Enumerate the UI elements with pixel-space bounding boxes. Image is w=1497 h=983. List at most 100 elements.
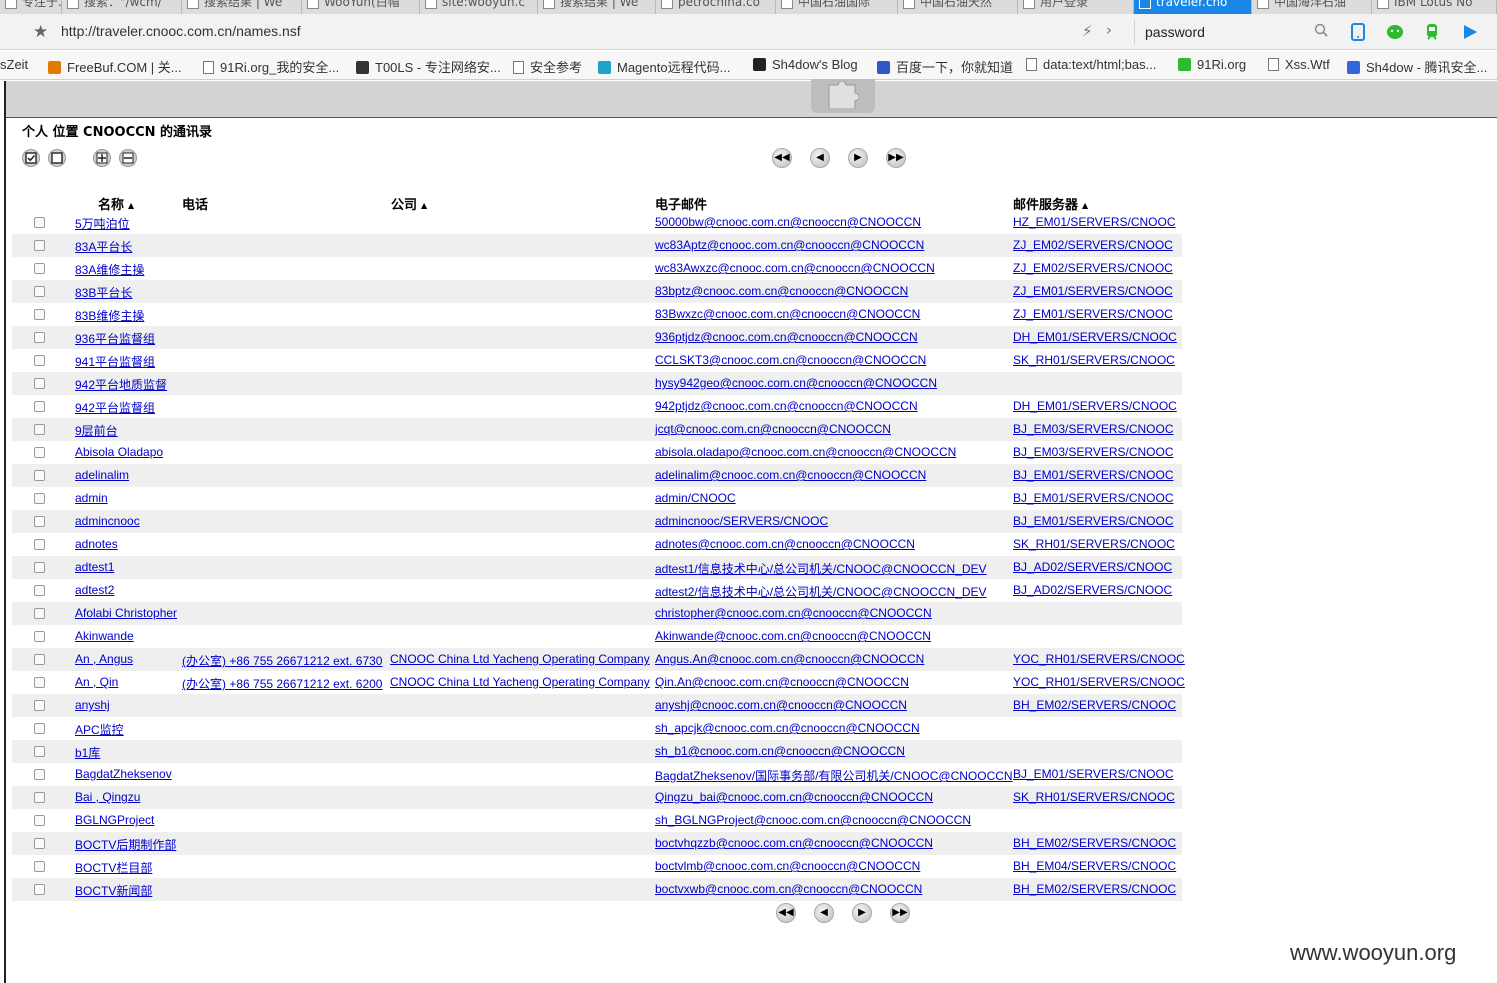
cell-name-link[interactable]: BagdatZheksenov [75,767,172,781]
row-checkbox[interactable] [34,585,45,596]
row-checkbox[interactable] [34,332,45,343]
lightning-icon[interactable]: ⚡ [1082,22,1093,40]
row-checkbox[interactable] [34,539,45,550]
cell-email-link[interactable]: 50000bw@cnooc.com.cn@cnooccn@CNOOCCN [655,215,921,229]
cell-server-link[interactable]: BJ_EM03/SERVERS/CNOOC [1013,422,1174,436]
cell-company-link[interactable]: CNOOC China Ltd Yacheng Operating Compan… [390,675,650,689]
select-all-icon[interactable] [22,149,40,167]
bookmark-item[interactable]: Sh4dow - 腾讯安全... [1347,57,1487,76]
cell-name-link[interactable]: Abisola Oladapo [75,445,163,459]
cell-name-link[interactable]: 83A维修主操 [75,261,144,278]
cell-server-link[interactable]: BJ_EM01/SERVERS/CNOOC [1013,767,1174,781]
train-icon[interactable] [1422,22,1442,42]
cell-email-link[interactable]: Angus.An@cnooc.com.cn@cnooccn@CNOOCCN [655,652,924,666]
cell-email-link[interactable]: wc83Aptz@cnooc.com.cn@cnooccn@CNOOCCN [655,238,924,252]
search-icon[interactable] [1314,23,1328,37]
cell-email-link[interactable]: CCLSKT3@cnooc.com.cn@cnooccn@CNOOCCN [655,353,926,367]
cell-email-link[interactable]: adnotes@cnooc.com.cn@cnooccn@CNOOCCN [655,537,915,551]
row-checkbox[interactable] [34,309,45,320]
browser-tab[interactable]: 搜索结果 | We [182,0,302,14]
last-page-button-bottom[interactable]: ▶▶ [890,903,910,923]
row-checkbox[interactable] [34,815,45,826]
bookmark-item[interactable]: 91Ri.org_我的安全... [203,57,339,76]
row-checkbox[interactable] [34,493,45,504]
browser-tab[interactable]: 中国海洋石油 [1252,0,1372,14]
cell-email-link[interactable]: boctvxwb@cnooc.com.cn@cnooccn@CNOOCCN [655,882,922,896]
cell-name-link[interactable]: 942平台监督组 [75,399,155,416]
row-checkbox[interactable] [34,217,45,228]
row-checkbox[interactable] [34,263,45,274]
row-checkbox[interactable] [34,562,45,573]
bookmark-item[interactable]: 安全参考 [513,57,582,76]
bookmark-item[interactable]: 91Ri.org [1178,57,1246,72]
cell-email-link[interactable]: Akinwande@cnooc.com.cn@cnooccn@CNOOCCN [655,629,931,643]
cell-email-link[interactable]: sh_BGLNGProject@cnooc.com.cn@cnooccn@CNO… [655,813,971,827]
cell-name-link[interactable]: 941平台监督组 [75,353,155,370]
bookmark-item[interactable]: Magento远程代码... [598,57,730,76]
cell-server-link[interactable]: DH_EM01/SERVERS/CNOOC [1013,399,1177,413]
tablet-icon[interactable] [1348,22,1368,42]
browser-tab[interactable]: traveler.cno✕ [1134,0,1252,14]
browser-tab[interactable]: petrochina.co [656,0,776,14]
cell-email-link[interactable]: adelinalim@cnooc.com.cn@cnooccn@CNOOCCN [655,468,926,482]
row-checkbox[interactable] [34,516,45,527]
cell-email-link[interactable]: 936ptjdz@cnooc.com.cn@cnooccn@CNOOCCN [655,330,918,344]
cell-name-link[interactable]: 9层前台 [75,422,118,439]
cell-company-link[interactable]: CNOOC China Ltd Yacheng Operating Compan… [390,652,650,666]
wechat-icon[interactable] [1385,22,1405,42]
row-checkbox[interactable] [34,240,45,251]
row-checkbox[interactable] [34,723,45,734]
cell-email-link[interactable]: adtest1/信息技术中心/总公司机关/CNOOC@CNOOCCN_DEV [655,560,987,577]
row-checkbox[interactable] [34,608,45,619]
bookmark-item[interactable]: FreeBuf.COM | 关... [48,57,182,76]
bookmark-item[interactable]: T00LS - 专注网络安... [356,57,501,76]
browser-tab[interactable]: site:wooyun.c [420,0,538,14]
cell-server-link[interactable]: BH_EM04/SERVERS/CNOOC [1013,859,1176,873]
cell-email-link[interactable]: Qingzu_bai@cnooc.com.cn@cnooccn@CNOOCCN [655,790,933,804]
cell-name-link[interactable]: BOCTV后期制作部 [75,836,176,853]
bookmark-star-icon[interactable]: ★ [33,23,48,41]
cell-server-link[interactable]: ZJ_EM01/SERVERS/CNOOC [1013,307,1173,321]
cell-server-link[interactable]: DH_EM01/SERVERS/CNOOC [1013,330,1177,344]
cell-name-link[interactable]: admin [75,491,108,505]
cell-email-link[interactable]: admincnooc/SERVERS/CNOOC [655,514,828,528]
sort-arrow-icon[interactable]: ▲ [128,201,134,210]
cell-phone-link[interactable]: (办公室) +86 755 26671212 ext. 6200 [182,675,382,692]
row-checkbox[interactable] [34,884,45,895]
cell-server-link[interactable]: BH_EM02/SERVERS/CNOOC [1013,836,1176,850]
search-box[interactable]: password [1134,20,1334,44]
row-checkbox[interactable] [34,355,45,366]
browser-tab[interactable]: 用户登录 [1018,0,1134,14]
browser-tab[interactable]: 中国石油天然 [898,0,1018,14]
browser-tab[interactable]: 搜索："/wcm/ [62,0,182,14]
row-checkbox[interactable] [34,677,45,688]
cell-name-link[interactable]: adelinalim [75,468,129,482]
cell-name-link[interactable]: BGLNGProject [75,813,154,827]
cell-email-link[interactable]: 942ptjdz@cnooc.com.cn@cnooccn@CNOOCCN [655,399,918,413]
row-checkbox[interactable] [34,286,45,297]
row-checkbox[interactable] [34,654,45,665]
sort-arrow-icon[interactable]: ▲ [421,201,427,210]
row-checkbox[interactable] [34,861,45,872]
search-input[interactable]: password [1145,24,1205,40]
cell-name-link[interactable]: BOCTV新闻部 [75,882,152,899]
cell-server-link[interactable]: BJ_EM01/SERVERS/CNOOC [1013,491,1174,505]
next-page-button-bottom[interactable]: ▶ [852,903,872,923]
cell-name-link[interactable]: An , Qin [75,675,118,689]
cell-name-link[interactable]: APC监控 [75,721,124,738]
cell-email-link[interactable]: BagdatZheksenov/国际事务部/有限公司机关/CNOOC@CNOOC… [655,767,1013,784]
cell-email-link[interactable]: boctvlmb@cnooc.com.cn@cnooccn@CNOOCCN [655,859,920,873]
cell-name-link[interactable]: b1库 [75,744,100,761]
cell-server-link[interactable]: BJ_EM03/SERVERS/CNOOC [1013,445,1174,459]
browser-tab[interactable]: WooYun(白帽 [302,0,420,14]
cell-name-link[interactable]: Bai , Qingzu [75,790,140,804]
cell-server-link[interactable]: BJ_EM01/SERVERS/CNOOC [1013,468,1174,482]
cell-name-link[interactable]: adtest2 [75,583,114,597]
cell-email-link[interactable]: 83Bwxzc@cnooc.com.cn@cnooccn@CNOOCCN [655,307,920,321]
cell-server-link[interactable]: SK_RH01/SERVERS/CNOOC [1013,790,1175,804]
collapse-all-icon[interactable] [119,149,137,167]
cell-server-link[interactable]: ZJ_EM02/SERVERS/CNOOC [1013,261,1173,275]
deselect-all-icon[interactable] [48,149,66,167]
cell-server-link[interactable]: SK_RH01/SERVERS/CNOOC [1013,537,1175,551]
row-checkbox[interactable] [34,378,45,389]
